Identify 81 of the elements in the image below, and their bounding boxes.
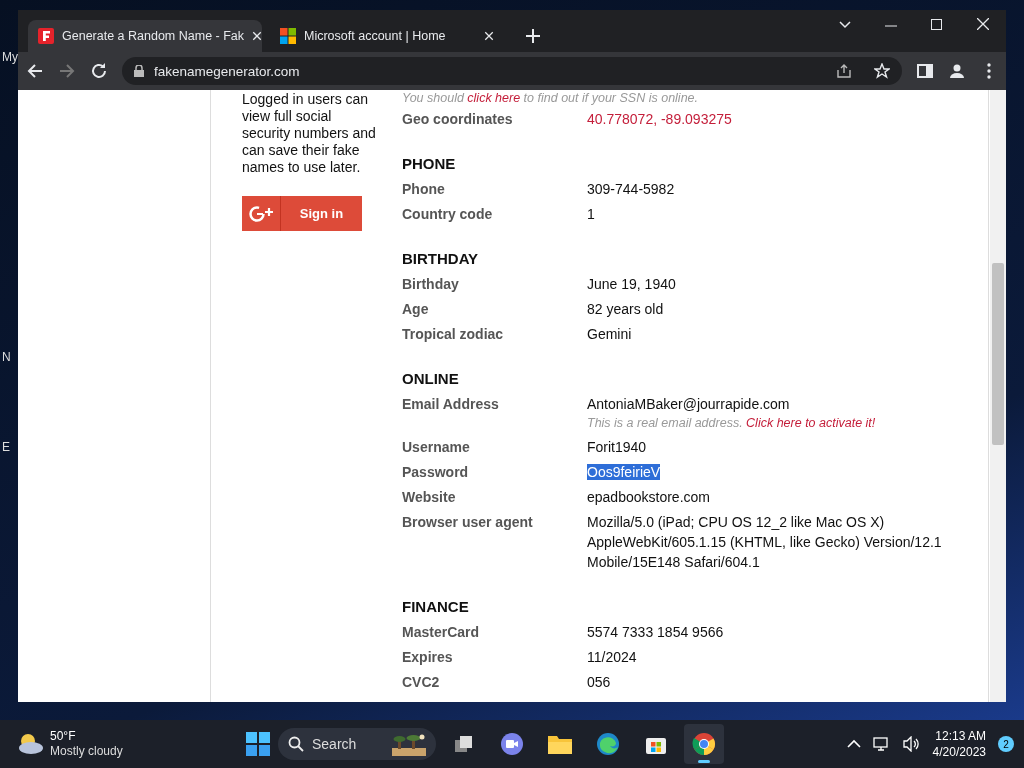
chevron-up-icon[interactable] xyxy=(846,739,861,749)
field-label: Phone xyxy=(402,179,446,199)
section-heading: ONLINE xyxy=(402,369,460,389)
four-squares-icon xyxy=(280,28,296,44)
field-value: 40.778072, -89.093275 xyxy=(587,110,732,127)
chrome-icon[interactable] xyxy=(692,732,716,756)
back-icon[interactable] xyxy=(26,62,44,80)
field-value: AntoniaMBaker@jourrapide.com xyxy=(587,395,790,412)
close-icon[interactable] xyxy=(484,31,494,41)
ssn-note: You should click here to find out if your SSN is online. xyxy=(402,91,699,106)
activate-link[interactable]: Click here to activate it! xyxy=(746,415,876,430)
scrollbar[interactable] xyxy=(990,90,1006,702)
new-tab-icon[interactable] xyxy=(526,29,540,43)
task-view-icon[interactable] xyxy=(453,733,475,755)
taskbar-app[interactable] xyxy=(684,724,724,764)
field-label: Age xyxy=(402,299,430,319)
star-icon[interactable] xyxy=(874,63,890,79)
email-note: This is a real email address. Click here to activate it! xyxy=(587,414,877,432)
field-label: Browser user agent xyxy=(402,512,534,532)
edge-icon[interactable] xyxy=(596,732,620,756)
taskbar-search[interactable]: Search xyxy=(278,728,436,760)
cloud-moon-icon xyxy=(16,733,44,755)
windows-start-icon[interactable] xyxy=(246,732,270,756)
field-label: Email Address xyxy=(402,394,500,414)
field-value: 82 years old xyxy=(587,300,664,317)
search-icon xyxy=(288,736,304,752)
field-label: Tropical zodiac xyxy=(402,324,505,344)
date: 4/20/2023 xyxy=(932,744,986,760)
site-favicon-icon xyxy=(38,28,54,44)
forward-icon[interactable] xyxy=(58,62,76,80)
browser-tab[interactable]: Microsoft account | Home xyxy=(270,20,504,52)
chevron-down-icon[interactable] xyxy=(839,21,851,29)
section-heading: FINANCE xyxy=(402,597,470,617)
field-label: Geo coordinates xyxy=(402,109,514,129)
field-value: 5574 7333 1854 9566 xyxy=(587,623,724,640)
folder-icon[interactable] xyxy=(547,733,573,755)
desktop-icon-label: E xyxy=(2,440,10,454)
weather-condition: Mostly cloudy xyxy=(50,744,123,759)
google-sign-in-button[interactable]: Sign in xyxy=(242,196,362,231)
field-label: Country code xyxy=(402,204,494,224)
lock-icon xyxy=(134,65,144,77)
clock[interactable]: 12:13 AM 4/20/2023 xyxy=(932,728,986,760)
field-value: Oos9feirieV xyxy=(587,463,661,480)
section-heading: PHONE xyxy=(402,154,457,174)
notification-badge[interactable]: 2 xyxy=(998,736,1014,752)
time: 12:13 AM xyxy=(934,728,986,744)
section-heading: BIRTHDAY xyxy=(402,249,480,269)
click-here-link[interactable]: click here xyxy=(467,91,521,105)
video-chat-icon[interactable] xyxy=(500,732,524,756)
volume-icon[interactable] xyxy=(902,736,921,752)
address-bar[interactable]: fakenamegenerator.com xyxy=(122,57,902,85)
field-value: June 19, 1940 xyxy=(587,275,676,292)
field-value: Mozilla/5.0 (iPad; CPU OS 12_2 like Mac OS X) AppleWebKit/605.1.15 (KHTML, like Gecko) Version/12.1 Mobile/15E148 Safari/604.1 xyxy=(587,513,942,570)
profile-icon[interactable] xyxy=(948,62,966,80)
field-label: MasterCard xyxy=(402,622,481,642)
field-label: Password xyxy=(402,462,470,482)
maximize-icon[interactable] xyxy=(931,19,942,30)
field-value: Forit1940 xyxy=(587,438,647,455)
field-value: 11/2024 xyxy=(587,648,637,665)
field-label: Expires xyxy=(402,647,454,667)
google-plus-icon xyxy=(248,203,274,224)
desktop-icon-label: N xyxy=(2,350,11,364)
field-value: Gemini xyxy=(587,325,632,342)
desktop-icon-label: My xyxy=(2,50,18,64)
field-label: Website xyxy=(402,487,457,507)
side-panel-icon[interactable] xyxy=(916,62,934,80)
field-value: epadbookstore.com xyxy=(587,488,710,505)
field-value: 309-744-5982 xyxy=(587,180,675,197)
field-label: Username xyxy=(402,437,471,457)
sidebar-text: Logged in users can view full social security numbers and can save their fake names to use later. xyxy=(242,91,377,176)
temperature: 50°F xyxy=(50,729,77,744)
close-icon[interactable] xyxy=(252,31,263,41)
field-label: Birthday xyxy=(402,274,460,294)
browser-tab[interactable]: Generate a Random Name - Fak xyxy=(28,20,262,52)
network-icon[interactable] xyxy=(872,736,891,752)
reload-icon[interactable] xyxy=(90,62,108,80)
field-value: 056 xyxy=(587,673,611,690)
field-label: CVC2 xyxy=(402,672,441,692)
close-icon[interactable] xyxy=(977,18,989,30)
share-icon[interactable] xyxy=(836,63,852,79)
field-value: 1 xyxy=(587,205,595,222)
